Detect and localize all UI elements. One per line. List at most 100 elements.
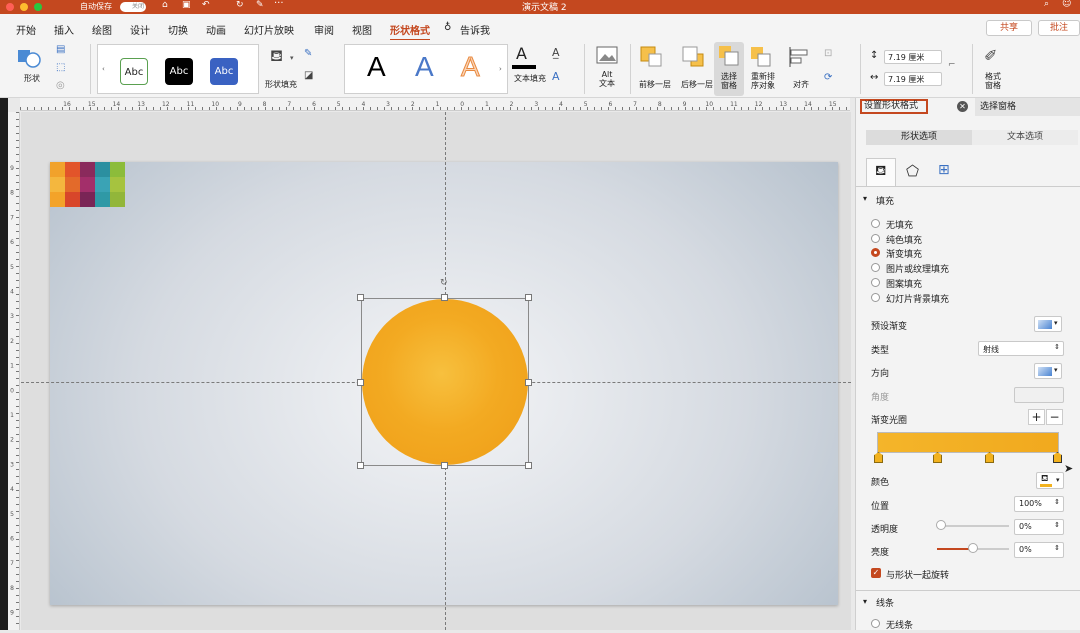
color-picker-button[interactable]: ⛾ ▾ bbox=[1036, 472, 1064, 489]
shape-style-blue[interactable]: Abc bbox=[210, 58, 238, 85]
rotate-icon[interactable]: ⟳ bbox=[824, 72, 832, 83]
radio-fill-option[interactable] bbox=[871, 219, 880, 228]
tab-tell-me[interactable]: 告诉我 bbox=[460, 22, 490, 37]
effects-pentagon-icon[interactable]: ⬠ bbox=[906, 162, 919, 180]
search-icon[interactable]: ⌕ bbox=[1044, 0, 1049, 9]
bring-forward-button[interactable]: 前移一层 bbox=[636, 46, 674, 94]
text-effects-icon[interactable]: A bbox=[552, 70, 560, 83]
wordart-blue[interactable]: A bbox=[415, 51, 434, 83]
undo-icon[interactable]: ↶ bbox=[202, 0, 210, 10]
gallery-next-icon[interactable]: › bbox=[499, 65, 502, 73]
account-icon[interactable]: ☺ bbox=[1062, 0, 1071, 9]
radio-fill-option[interactable] bbox=[871, 277, 880, 287]
tab-slideshow[interactable]: 幻灯片放映 bbox=[244, 22, 294, 37]
minimize-window-button[interactable] bbox=[20, 3, 28, 11]
radio-fill-option[interactable] bbox=[871, 233, 880, 243]
text-options-tab[interactable]: 文本选项 bbox=[972, 130, 1078, 145]
height-input[interactable]: 7.19 厘米 bbox=[884, 50, 942, 64]
rotate-handle-icon[interactable]: ↻ bbox=[440, 278, 448, 288]
resize-handle[interactable] bbox=[441, 462, 448, 469]
shape-style-outline[interactable]: Abc bbox=[120, 58, 148, 85]
resize-handle[interactable] bbox=[525, 379, 532, 386]
tab-insert[interactable]: 插入 bbox=[54, 22, 74, 37]
tab-design[interactable]: 设计 bbox=[130, 22, 150, 37]
autosave-toggle[interactable]: 关闭 bbox=[120, 2, 146, 12]
lock-ratio-icon[interactable]: ⌐ bbox=[948, 60, 956, 70]
comments-button[interactable]: 批注 bbox=[1038, 20, 1080, 36]
shape-style-black[interactable]: Abc bbox=[165, 58, 193, 85]
more-icon[interactable]: ··· bbox=[274, 0, 284, 9]
resize-handle[interactable] bbox=[357, 462, 364, 469]
preset-gradient-dropdown[interactable]: ▾ bbox=[1034, 316, 1062, 332]
edit-shape-icon[interactable]: ⬚ bbox=[56, 62, 65, 73]
size-properties-icon[interactable]: ⊞ bbox=[938, 162, 950, 178]
position-input[interactable]: 100% ⇕ bbox=[1014, 496, 1064, 512]
direction-dropdown[interactable]: ▾ bbox=[1034, 363, 1062, 379]
ruler-tick-label: 15 bbox=[88, 101, 96, 108]
wordart-orange[interactable]: A bbox=[461, 51, 481, 83]
remove-stop-button[interactable]: − bbox=[1046, 409, 1063, 425]
tab-animations[interactable]: 动画 bbox=[206, 22, 226, 37]
close-pane-icon[interactable]: ✕ bbox=[957, 101, 968, 112]
tab-selection-pane[interactable]: 选择窗格 bbox=[975, 98, 1080, 116]
shape-fill-button[interactable]: ⛾ ▾ 形状填充 bbox=[262, 46, 298, 94]
text-outline-icon[interactable]: A̲ bbox=[552, 46, 560, 59]
gradient-type-select[interactable]: 射线 ⇕ bbox=[978, 341, 1064, 356]
horizontal-ruler[interactable]: 16 15 14 13 12 11 10 9 8 7 6 5 4 3 2 1 0 1 2 3 4 5 6 7 8 9 10 11 12 1… bbox=[20, 98, 850, 111]
tab-review[interactable]: 审阅 bbox=[314, 22, 334, 37]
fill-option-label: 渐变填充 bbox=[886, 250, 923, 261]
resize-handle[interactable] bbox=[357, 294, 364, 301]
save-icon[interactable]: ▣ bbox=[182, 0, 191, 10]
add-stop-button[interactable]: + bbox=[1028, 409, 1045, 425]
tab-home[interactable]: 开始 bbox=[16, 22, 36, 37]
text-box-icon[interactable]: ▤ bbox=[56, 44, 65, 55]
width-input[interactable]: 7.19 厘米 bbox=[884, 72, 942, 86]
gradient-bar[interactable] bbox=[877, 432, 1059, 453]
vertical-ruler[interactable]: 9 8 7 6 5 4 3 2 1 0 1 2 3 4 5 6 7 8 9 bbox=[8, 112, 20, 630]
wordart-black[interactable]: A bbox=[367, 51, 386, 83]
resize-handle[interactable] bbox=[441, 294, 448, 301]
transparency-slider-track[interactable] bbox=[937, 525, 1009, 527]
ruler-tick-label: 2 bbox=[510, 101, 514, 108]
alt-text-button[interactable]: Alt 文本 bbox=[592, 46, 622, 94]
chevron-down-icon[interactable]: ▾ bbox=[863, 597, 867, 606]
tab-view[interactable]: 视图 bbox=[352, 22, 372, 37]
text-fill-button[interactable]: A 文本填充 bbox=[512, 44, 548, 94]
close-window-button[interactable] bbox=[6, 3, 14, 11]
align-button[interactable]: 对齐 bbox=[786, 46, 816, 94]
outline-pen-icon[interactable]: ✎ bbox=[304, 48, 312, 59]
gallery-prev-icon[interactable]: ‹ bbox=[102, 65, 105, 73]
transparency-slider-thumb[interactable] bbox=[936, 520, 946, 530]
selection-pane-button[interactable]: 选择 窗格 bbox=[714, 42, 744, 96]
fill-section-header[interactable]: 填充 bbox=[876, 194, 894, 207]
radio-no-line[interactable] bbox=[871, 619, 880, 628]
rotate-with-shape-checkbox[interactable]: ✓ bbox=[871, 568, 881, 578]
shape-options-tab[interactable]: 形状选项 bbox=[866, 130, 972, 145]
tab-format-shape[interactable]: 设置形状格式 bbox=[860, 99, 928, 114]
resize-handle[interactable] bbox=[525, 294, 532, 301]
line-section-header[interactable]: 线条 bbox=[876, 596, 894, 609]
group-icon[interactable]: ⊡ bbox=[824, 48, 832, 59]
redo-icon[interactable]: ↻ bbox=[236, 0, 244, 10]
tab-shape-format[interactable]: 形状格式 bbox=[390, 22, 430, 41]
reorder-objects-button[interactable]: 重新排 序对象 bbox=[746, 46, 780, 94]
insert-shape-button[interactable]: 形状 bbox=[16, 46, 48, 94]
edit-icon[interactable]: ✎ bbox=[256, 0, 264, 10]
chevron-down-icon[interactable]: ▾ bbox=[863, 194, 867, 203]
resize-handle[interactable] bbox=[525, 462, 532, 469]
zoom-window-button[interactable] bbox=[34, 3, 42, 11]
shape-effects-icon[interactable]: ◪ bbox=[304, 70, 313, 81]
tab-transitions[interactable]: 切换 bbox=[168, 22, 188, 37]
brightness-slider-thumb[interactable] bbox=[968, 543, 978, 553]
brightness-input[interactable]: 0% ⇕ bbox=[1014, 542, 1064, 558]
tab-draw[interactable]: 绘图 bbox=[92, 22, 112, 37]
merge-shapes-icon[interactable]: ◎ bbox=[56, 80, 65, 91]
send-backward-button[interactable]: 后移一层 bbox=[678, 46, 716, 94]
format-pane-button[interactable]: ✐ 格式 窗格 bbox=[978, 46, 1008, 94]
radio-fill-option[interactable] bbox=[871, 292, 880, 302]
fill-line-tab[interactable]: ⛾ bbox=[866, 158, 896, 186]
share-button[interactable]: 共享 bbox=[986, 20, 1032, 36]
resize-handle[interactable] bbox=[357, 379, 364, 386]
transparency-input[interactable]: 0% ⇕ bbox=[1014, 519, 1064, 535]
home-icon[interactable]: ⌂ bbox=[162, 0, 168, 10]
